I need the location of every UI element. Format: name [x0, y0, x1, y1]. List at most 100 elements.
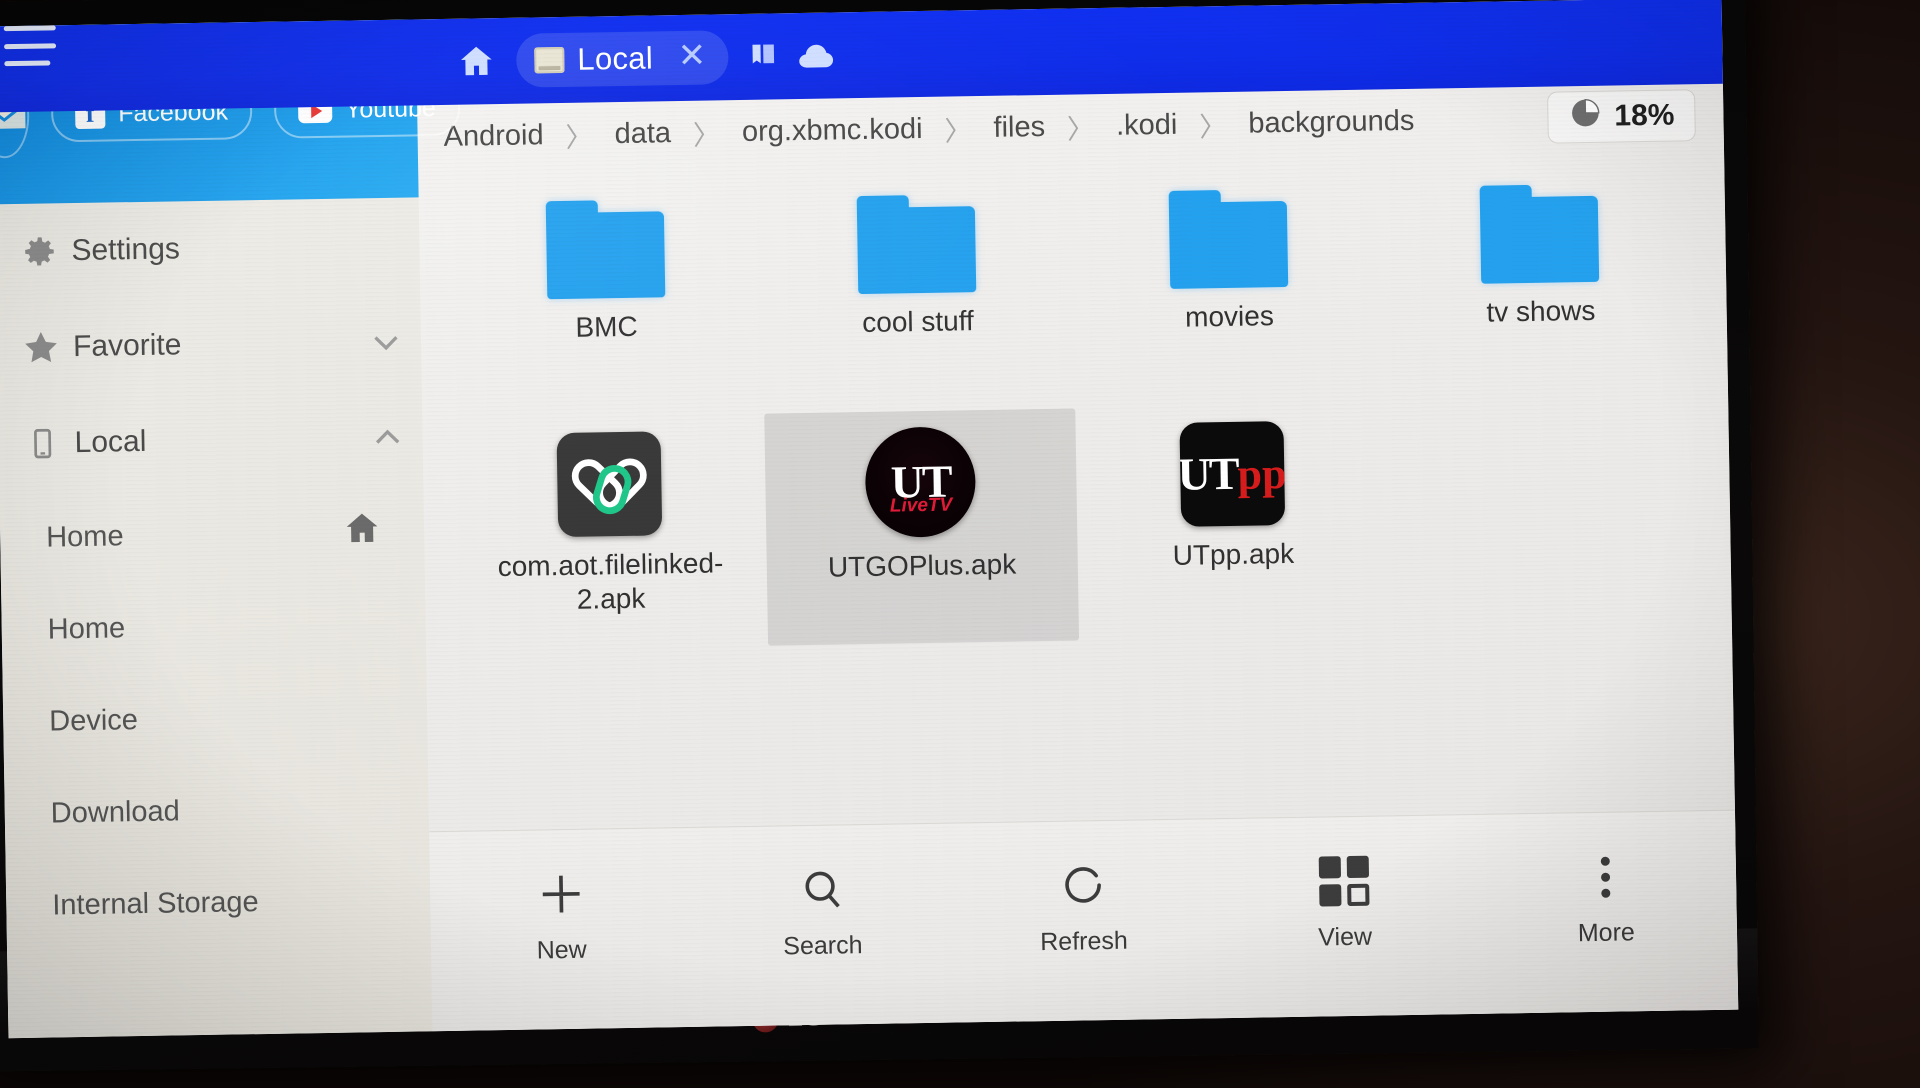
sidebar-settings-chevron [349, 245, 419, 246]
sidebar-subitem-label: Home [45, 519, 124, 554]
folder-name: tv shows [1486, 294, 1596, 328]
folder-icon-body [1480, 195, 1600, 284]
breadcrumb-item[interactable]: files [975, 110, 1063, 144]
file-grid: BMC cool stuff movies tv shows com.aot.f… [418, 148, 1735, 832]
breadcrumb-separator-icon: 〉 [565, 121, 593, 153]
file-item-filelinked[interactable]: com.aot.filelinked-2.apk [452, 414, 767, 651]
sidebar-item-local[interactable]: Local [0, 389, 423, 492]
folder-icon-body [857, 206, 977, 295]
file-name: UTpp.apk [1172, 537, 1295, 571]
utgo-livetv-app-icon: UT LiveTV [864, 426, 977, 538]
folder-icon-body [1168, 200, 1288, 289]
file-item-utgoplus[interactable]: UT LiveTV UTGOPlus.apk [763, 408, 1080, 646]
sidebar: f Facebook Youtube Settings Favorite Loc… [0, 19, 461, 1039]
toolbar-more-button[interactable]: More [1505, 847, 1707, 949]
close-icon[interactable]: ✕ [672, 37, 713, 78]
grid-cell-outline [1347, 883, 1370, 907]
folder-item[interactable]: BMC [448, 182, 763, 419]
storage-usage-label: 18% [1614, 98, 1675, 133]
tab-local[interactable]: Local ✕ [515, 30, 729, 88]
phone-icon [10, 426, 75, 461]
hamburger-menu-icon[interactable] [3, 25, 59, 67]
folder-icon [545, 199, 666, 300]
folder-icon [856, 194, 977, 295]
toolbar-view-label: View [1318, 922, 1373, 952]
grid-cell [1346, 855, 1370, 879]
sidebar-subitem-home-root[interactable]: Home [0, 485, 425, 584]
tv-screen: Local ✕ f Facebook Youtube Settings Favo… [0, 0, 1739, 1039]
grid-cell [1318, 856, 1342, 879]
toolbar-refresh-label: Refresh [1040, 926, 1129, 957]
sidebar-item-favorite-label: Favorite [72, 328, 182, 364]
breadcrumb-item[interactable]: org.xbmc.kodi [724, 112, 941, 149]
folder-icon-body [545, 211, 666, 300]
toolbar-new-label: New [536, 935, 587, 965]
file-item-utpp[interactable]: UT pp UTpp.apk [1075, 403, 1390, 640]
home-icon[interactable] [342, 508, 383, 557]
cloud-icon[interactable] [796, 38, 837, 73]
utpp-app-icon: UT pp [1179, 421, 1285, 527]
utpp-icon-subtext: pp [1237, 448, 1285, 499]
breadcrumb-separator-icon: 〉 [1199, 111, 1227, 142]
file-grid-row: com.aot.filelinked-2.apk UT LiveTV UTGOP… [452, 398, 1702, 651]
toolbar-more-label: More [1577, 918, 1636, 948]
sidebar-subitem-download[interactable]: Download [4, 761, 429, 860]
sidebar-subitem-home[interactable]: Home [1, 577, 426, 676]
refresh-icon [1059, 857, 1108, 914]
storage-usage-badge[interactable]: 18% [1546, 89, 1696, 144]
breadcrumb-item[interactable]: backgrounds [1230, 104, 1433, 140]
sidebar-item-favorite[interactable]: Favorite [0, 293, 422, 396]
folder-icon [1168, 189, 1288, 289]
folder-item[interactable]: tv shows [1383, 166, 1698, 403]
more-dot [1600, 872, 1610, 882]
more-dot [1600, 856, 1610, 866]
sidebar-subitem-label: Internal Storage [52, 885, 259, 922]
hamburger-line [4, 42, 57, 49]
toolbar-refresh-button[interactable]: Refresh [983, 856, 1185, 958]
sidebar-subitem-label: Download [50, 794, 181, 830]
folder-item[interactable]: cool stuff [760, 177, 1075, 414]
filelinked-app-icon [556, 431, 663, 538]
file-name: UTGOPlus.apk [827, 548, 1017, 583]
file-grid-empty-cell [1387, 398, 1702, 635]
home-icon[interactable] [454, 39, 499, 84]
folder-name: cool stuff [861, 305, 975, 339]
bookmark-icon[interactable] [746, 39, 781, 74]
toolbar-view-button[interactable]: View [1244, 851, 1446, 953]
hamburger-line [4, 60, 51, 67]
more-vertical-icon [1600, 849, 1611, 905]
breadcrumb-separator-icon: 〉 [1066, 113, 1095, 145]
utpp-icon-text: UT [1179, 447, 1238, 500]
folder-item[interactable]: movies [1071, 171, 1386, 408]
pie-chart-icon [1568, 96, 1603, 139]
plus-icon [534, 866, 587, 923]
content-area: Android 〉 data 〉 org.xbmc.kodi 〉 files 〉… [417, 83, 1739, 1032]
tab-local-label: Local [577, 40, 654, 77]
file-name: com.aot.filelinked-2.apk [497, 547, 724, 615]
chevron-down-icon[interactable] [351, 323, 422, 360]
folder-tab-icon [534, 46, 565, 74]
sidebar-item-settings[interactable]: Settings [0, 197, 420, 300]
sidebar-item-settings-label: Settings [71, 232, 181, 268]
grid-view-icon [1318, 853, 1370, 910]
sidebar-subitem-device[interactable]: Device [3, 669, 428, 768]
breadcrumb-separator-icon: 〉 [692, 119, 721, 151]
sidebar-subitem-internal-storage[interactable]: Internal Storage [6, 853, 431, 952]
star-icon [9, 327, 74, 368]
toolbar-new-button[interactable]: New [460, 864, 662, 966]
grid-cell [1319, 884, 1342, 907]
search-icon [797, 861, 846, 918]
breadcrumb-item[interactable]: .kodi [1098, 108, 1196, 143]
toolbar-search-label: Search [783, 931, 863, 961]
breadcrumb-item[interactable]: data [596, 116, 689, 151]
more-dot [1601, 888, 1611, 898]
sidebar-subitem-label: Home [47, 611, 126, 646]
file-grid-row: BMC cool stuff movies tv shows [448, 166, 1698, 419]
folder-name: movies [1184, 300, 1275, 333]
chevron-up-icon[interactable] [352, 419, 423, 456]
toolbar-search-button[interactable]: Search [721, 860, 923, 962]
room-background: LG Local ✕ [0, 0, 1920, 1088]
gear-icon [7, 232, 72, 271]
bottom-toolbar: New Search Refresh View More [429, 809, 1739, 1032]
folder-icon [1479, 184, 1600, 284]
